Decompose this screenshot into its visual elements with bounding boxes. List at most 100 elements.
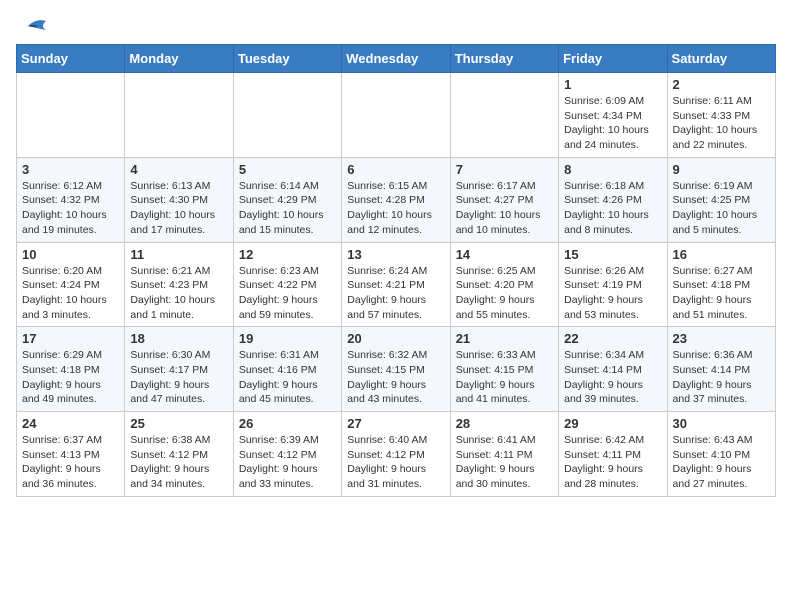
weekday-header-saturday: Saturday (667, 45, 775, 73)
week-row-2: 3 Sunrise: 6:12 AM Sunset: 4:32 PM Daylig… (17, 157, 776, 242)
week-row-4: 17 Sunrise: 6:29 AM Sunset: 4:18 PM Dayli… (17, 327, 776, 412)
day-info: Sunrise: 6:20 AM Sunset: 4:24 PM Dayligh… (22, 264, 119, 323)
day-cell (233, 73, 341, 158)
day-info: Sunrise: 6:30 AM Sunset: 4:17 PM Dayligh… (130, 348, 227, 407)
logo (16, 16, 50, 36)
day-cell (342, 73, 450, 158)
day-info: Sunrise: 6:39 AM Sunset: 4:12 PM Dayligh… (239, 433, 336, 492)
day-info: Sunrise: 6:15 AM Sunset: 4:28 PM Dayligh… (347, 179, 444, 238)
day-number: 30 (673, 416, 770, 431)
day-info: Sunrise: 6:11 AM Sunset: 4:33 PM Dayligh… (673, 94, 770, 153)
day-info: Sunrise: 6:36 AM Sunset: 4:14 PM Dayligh… (673, 348, 770, 407)
day-cell: 24 Sunrise: 6:37 AM Sunset: 4:13 PM Dayli… (17, 412, 125, 497)
day-cell: 1Sunrise: 6:09 AM Sunset: 4:34 PM Daylig… (559, 73, 667, 158)
logo-bird-icon (18, 16, 48, 36)
day-cell: 22 Sunrise: 6:34 AM Sunset: 4:14 PM Dayli… (559, 327, 667, 412)
day-number: 11 (130, 247, 227, 262)
day-info: Sunrise: 6:17 AM Sunset: 4:27 PM Dayligh… (456, 179, 553, 238)
day-number: 16 (673, 247, 770, 262)
day-info: Sunrise: 6:18 AM Sunset: 4:26 PM Dayligh… (564, 179, 661, 238)
day-cell: 13 Sunrise: 6:24 AM Sunset: 4:21 PM Dayli… (342, 242, 450, 327)
day-cell: 19Sunrise: 6:31 AM Sunset: 4:16 PM Dayli… (233, 327, 341, 412)
day-number: 15 (564, 247, 661, 262)
day-cell: 8 Sunrise: 6:18 AM Sunset: 4:26 PM Daylig… (559, 157, 667, 242)
day-info: Sunrise: 6:29 AM Sunset: 4:18 PM Dayligh… (22, 348, 119, 407)
day-cell: 6 Sunrise: 6:15 AM Sunset: 4:28 PM Daylig… (342, 157, 450, 242)
day-cell (125, 73, 233, 158)
day-cell: 10 Sunrise: 6:20 AM Sunset: 4:24 PM Dayli… (17, 242, 125, 327)
week-row-3: 10 Sunrise: 6:20 AM Sunset: 4:24 PM Dayli… (17, 242, 776, 327)
day-cell: 15 Sunrise: 6:26 AM Sunset: 4:19 PM Dayli… (559, 242, 667, 327)
day-cell: 2 Sunrise: 6:11 AM Sunset: 4:33 PM Daylig… (667, 73, 775, 158)
day-cell: 11 Sunrise: 6:21 AM Sunset: 4:23 PM Dayli… (125, 242, 233, 327)
day-info: Sunrise: 6:41 AM Sunset: 4:11 PM Dayligh… (456, 433, 553, 492)
day-info: Sunrise: 6:23 AM Sunset: 4:22 PM Dayligh… (239, 264, 336, 323)
day-cell (17, 73, 125, 158)
day-number: 3 (22, 162, 119, 177)
day-info: Sunrise: 6:27 AM Sunset: 4:18 PM Dayligh… (673, 264, 770, 323)
day-info: Sunrise: 6:34 AM Sunset: 4:14 PM Dayligh… (564, 348, 661, 407)
day-cell: 25 Sunrise: 6:38 AM Sunset: 4:12 PM Dayli… (125, 412, 233, 497)
day-cell: 9 Sunrise: 6:19 AM Sunset: 4:25 PM Daylig… (667, 157, 775, 242)
weekday-header-tuesday: Tuesday (233, 45, 341, 73)
weekday-header-friday: Friday (559, 45, 667, 73)
day-info: Sunrise: 6:33 AM Sunset: 4:15 PM Dayligh… (456, 348, 553, 407)
weekday-header-monday: Monday (125, 45, 233, 73)
day-number: 6 (347, 162, 444, 177)
day-cell: 5Sunrise: 6:14 AM Sunset: 4:29 PM Daylig… (233, 157, 341, 242)
day-cell: 14 Sunrise: 6:25 AM Sunset: 4:20 PM Dayli… (450, 242, 558, 327)
day-info: Sunrise: 6:19 AM Sunset: 4:25 PM Dayligh… (673, 179, 770, 238)
day-number: 14 (456, 247, 553, 262)
day-info: Sunrise: 6:25 AM Sunset: 4:20 PM Dayligh… (456, 264, 553, 323)
day-info: Sunrise: 6:32 AM Sunset: 4:15 PM Dayligh… (347, 348, 444, 407)
day-number: 13 (347, 247, 444, 262)
week-row-1: 1Sunrise: 6:09 AM Sunset: 4:34 PM Daylig… (17, 73, 776, 158)
day-number: 18 (130, 331, 227, 346)
week-row-5: 24 Sunrise: 6:37 AM Sunset: 4:13 PM Dayli… (17, 412, 776, 497)
day-info: Sunrise: 6:43 AM Sunset: 4:10 PM Dayligh… (673, 433, 770, 492)
day-number: 28 (456, 416, 553, 431)
day-number: 5 (239, 162, 336, 177)
calendar: SundayMondayTuesdayWednesdayThursdayFrid… (16, 44, 776, 497)
day-info: Sunrise: 6:12 AM Sunset: 4:32 PM Dayligh… (22, 179, 119, 238)
day-number: 17 (22, 331, 119, 346)
day-number: 21 (456, 331, 553, 346)
day-cell: 17 Sunrise: 6:29 AM Sunset: 4:18 PM Dayli… (17, 327, 125, 412)
day-number: 22 (564, 331, 661, 346)
day-number: 4 (130, 162, 227, 177)
day-info: Sunrise: 6:21 AM Sunset: 4:23 PM Dayligh… (130, 264, 227, 323)
day-cell: 23 Sunrise: 6:36 AM Sunset: 4:14 PM Dayli… (667, 327, 775, 412)
day-cell: 26 Sunrise: 6:39 AM Sunset: 4:12 PM Dayli… (233, 412, 341, 497)
day-number: 29 (564, 416, 661, 431)
day-info: Sunrise: 6:38 AM Sunset: 4:12 PM Dayligh… (130, 433, 227, 492)
day-number: 9 (673, 162, 770, 177)
day-number: 7 (456, 162, 553, 177)
day-number: 26 (239, 416, 336, 431)
day-number: 23 (673, 331, 770, 346)
day-number: 20 (347, 331, 444, 346)
weekday-header-thursday: Thursday (450, 45, 558, 73)
day-cell: 7 Sunrise: 6:17 AM Sunset: 4:27 PM Daylig… (450, 157, 558, 242)
day-cell: 20 Sunrise: 6:32 AM Sunset: 4:15 PM Dayli… (342, 327, 450, 412)
weekday-header-row: SundayMondayTuesdayWednesdayThursdayFrid… (17, 45, 776, 73)
day-number: 12 (239, 247, 336, 262)
day-cell: 18 Sunrise: 6:30 AM Sunset: 4:17 PM Dayli… (125, 327, 233, 412)
day-info: Sunrise: 6:31 AM Sunset: 4:16 PM Dayligh… (239, 348, 336, 407)
day-info: Sunrise: 6:37 AM Sunset: 4:13 PM Dayligh… (22, 433, 119, 492)
day-number: 24 (22, 416, 119, 431)
day-number: 2 (673, 77, 770, 92)
weekday-header-wednesday: Wednesday (342, 45, 450, 73)
day-cell: 29 Sunrise: 6:42 AM Sunset: 4:11 PM Dayli… (559, 412, 667, 497)
day-info: Sunrise: 6:24 AM Sunset: 4:21 PM Dayligh… (347, 264, 444, 323)
day-cell: 4Sunrise: 6:13 AM Sunset: 4:30 PM Daylig… (125, 157, 233, 242)
day-info: Sunrise: 6:42 AM Sunset: 4:11 PM Dayligh… (564, 433, 661, 492)
day-cell (450, 73, 558, 158)
day-cell: 3 Sunrise: 6:12 AM Sunset: 4:32 PM Daylig… (17, 157, 125, 242)
day-cell: 12 Sunrise: 6:23 AM Sunset: 4:22 PM Dayli… (233, 242, 341, 327)
day-number: 10 (22, 247, 119, 262)
day-cell: 27Sunrise: 6:40 AM Sunset: 4:12 PM Dayli… (342, 412, 450, 497)
day-number: 8 (564, 162, 661, 177)
day-number: 25 (130, 416, 227, 431)
day-cell: 21 Sunrise: 6:33 AM Sunset: 4:15 PM Dayli… (450, 327, 558, 412)
day-info: Sunrise: 6:26 AM Sunset: 4:19 PM Dayligh… (564, 264, 661, 323)
